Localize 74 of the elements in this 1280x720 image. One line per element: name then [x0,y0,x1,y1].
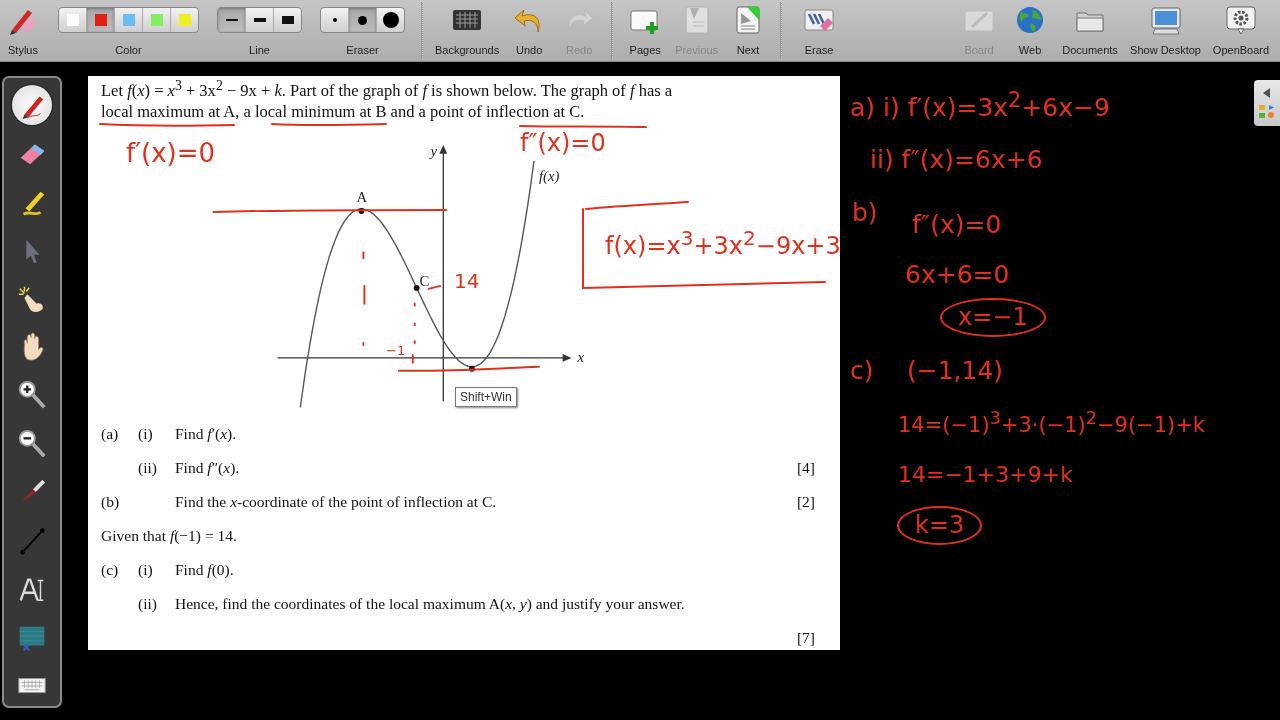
part-label: (b) [101,492,121,512]
point-marker [413,284,420,291]
toolbar-button[interactable]: Next [724,0,772,61]
question-text: Let f(x) = x$^{3}$ + 3x$^{2}$ − 9x + k. Part of the graph of f is shown below. The graph of f has a local maximum at A, a local minimum at B and a point of inflection at C. [101,80,674,122]
circled-answer: x=−1 [940,298,1046,337]
collapse-icon [1257,85,1277,121]
handwritten-note: 14=−1+3+9+k [898,462,1073,489]
toolbar-button[interactable]: Backgrounds [431,0,504,61]
handwritten-note: 14 [454,269,480,293]
tool-button[interactable] [12,85,52,125]
question-text: Given that f(−1) = 14. [101,526,238,546]
handwritten-note: b) [852,198,878,228]
dot-icon [358,15,367,25]
question-text: Hence, find the coordinates of the local maximum A(x, y) and justify your answer. [175,594,686,614]
question-text: Find the x-coordinate of the point of inflection at C. [175,492,498,512]
question-text: Find f″(x). [175,458,241,478]
toolbar-button[interactable]: Erase [790,0,848,61]
part-label: (i) [138,424,154,444]
question-text: Find f′(x). [175,424,238,444]
circled-answer: k=3 [897,506,983,545]
handwritten-note: ii) f″(x)=6x+6 [870,145,1043,175]
toolbar-button[interactable]: Pages [621,0,670,61]
eraser-size-option[interactable] [348,8,376,32]
part-label: (i) [138,560,154,580]
toolbar-button[interactable]: Undo [505,0,554,61]
marks-label: [4] [796,458,816,478]
question-text: Find f(0). [175,560,235,580]
color-swatch-icon [150,14,163,26]
axis-label: y [430,142,438,159]
point-label: A [356,189,368,206]
handwritten-note: −1 [386,343,406,359]
handwritten-note: f″(x)=0 [912,210,1002,240]
marks-label: [7] [796,628,816,648]
part-label: (c) [101,560,120,580]
toolbar-button[interactable]: OpenBoard [1208,0,1274,61]
monitor-icon [1148,4,1183,36]
color-swatch-icon [66,14,79,26]
gear-icon [1224,4,1258,36]
line-icon [225,19,238,21]
part-label: (a) [101,424,120,444]
color-option[interactable] [86,8,114,32]
line-width-option[interactable] [218,8,245,32]
handwritten-note: f′(x)=0 [126,138,216,170]
handwritten-note: 14=(−1)$^{3}$+3·(−1)$^{2}$−9(−1)+k [898,408,1205,439]
color-swatch-icon [94,14,107,26]
toolbar-button[interactable]: Web [1006,0,1055,61]
part-label: (ii) [138,594,158,614]
handwritten-note: f(x)=x$^{3}$+3x$^{2}$−9x+3 [605,226,841,261]
axis-label: x [577,348,584,365]
side-panel-tab[interactable] [1254,80,1280,126]
marks-label: [2] [796,492,816,512]
toolbar-button[interactable]: Documents [1057,0,1124,61]
toolbar-button[interactable]: Show Desktop [1126,0,1205,61]
handwritten-note: f″(x)=0 [520,129,606,158]
handwritten-note: 6x+6=0 [905,260,1010,290]
handwritten-note: (−1,14) [907,356,1004,386]
toolbar-button[interactable]: Stylus [0,0,46,61]
point-label: C [419,272,430,289]
curve-label: f(x) [538,168,560,185]
group-label: Eraser [346,44,379,56]
color-swatch-icon [122,14,135,26]
group-label: Line [249,44,270,56]
point-marker [468,365,475,372]
ink-stroke [427,284,442,290]
group-label: Color [115,44,142,56]
point-marker [358,208,365,214]
tooltip: Shift+Win [455,387,517,407]
zoom-out-icon [16,427,48,460]
color-swatch-icon [178,14,191,26]
dot-icon [382,12,399,28]
dot-icon [332,18,337,22]
part-label: (ii) [138,458,158,478]
handwritten-note: c) [850,356,874,386]
handwritten-note: a) i) f′(x)=3x$^{2}$+6x−9 [850,88,1110,124]
